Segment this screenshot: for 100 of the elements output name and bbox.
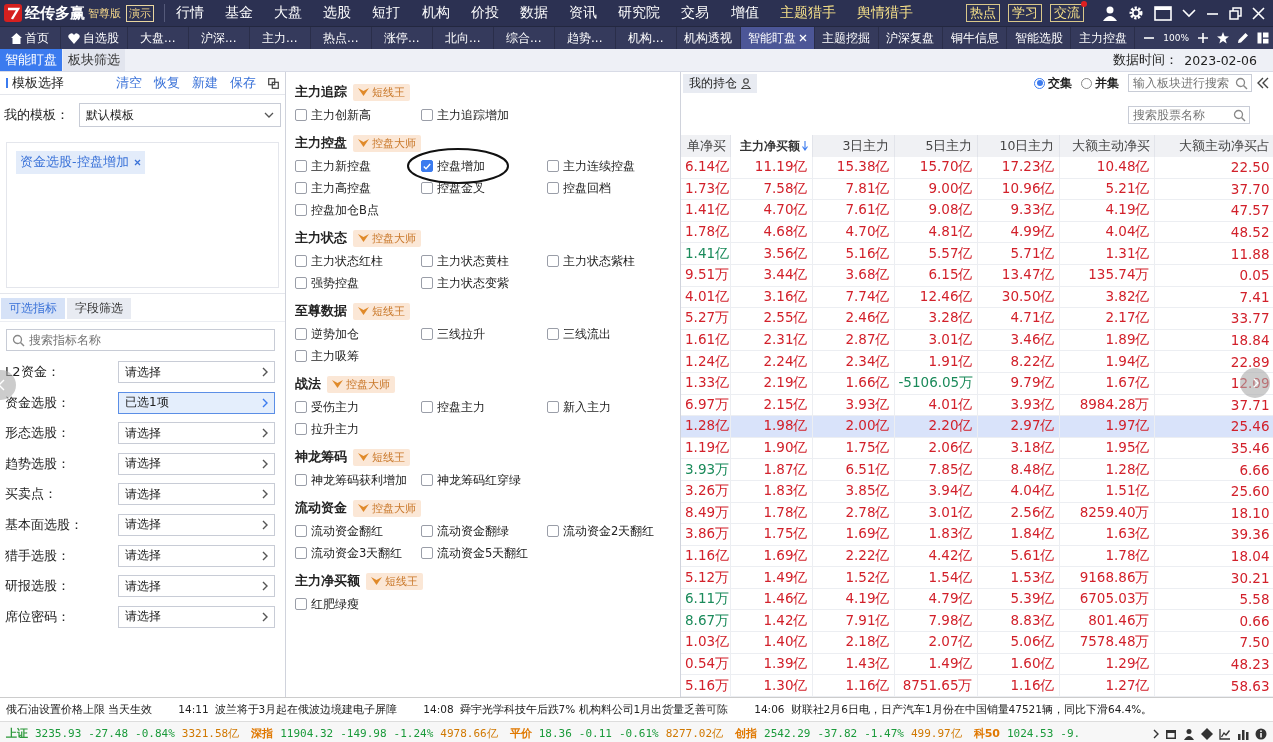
tab[interactable]: 智能盯盘 (740, 27, 815, 49)
bar-chart-icon[interactable] (1237, 727, 1249, 740)
checkbox[interactable] (295, 328, 307, 340)
positions-tab[interactable]: 我的持仓 (683, 73, 757, 93)
checkbox[interactable] (295, 109, 307, 121)
condition-tag[interactable]: 资金选股-控盘增加 (16, 151, 145, 174)
checkbox[interactable] (421, 474, 433, 486)
checkbox[interactable] (295, 547, 307, 559)
top-button[interactable]: 热点 (966, 4, 1000, 22)
line-chart-icon[interactable] (1219, 727, 1231, 740)
option-checkbox[interactable]: 流动资金5天翻红 (421, 542, 547, 564)
calendar-icon[interactable] (1165, 727, 1177, 740)
template-action-link[interactable]: 新建 (192, 74, 218, 92)
option-checkbox[interactable]: 逆势加仓 (295, 323, 421, 345)
news-headline[interactable]: 舜宇光学科技午后跌7% 机构料公司1月出货量乏善可陈 (459, 702, 729, 717)
option-checkbox[interactable]: 拉升主力 (295, 418, 421, 440)
restore-icon[interactable] (1229, 6, 1242, 20)
column-header[interactable]: 3日主力 (812, 135, 894, 157)
template-dropdown[interactable]: 默认模板 (79, 103, 281, 127)
option-checkbox[interactable]: 红肥绿瘦 (295, 593, 421, 615)
zoom-in-icon[interactable] (1197, 32, 1210, 44)
news-headline[interactable]: 财联社2月6日电，日产汽车1月份在中国销量47521辆，同比下滑64.4%。 (790, 702, 1153, 717)
menu-item[interactable]: 行情 (165, 4, 215, 22)
menu-item[interactable]: 大盘 (263, 4, 313, 22)
sector-search-field[interactable]: 输入板块进行搜索 (1128, 74, 1252, 92)
menu-item[interactable]: 研究院 (607, 4, 671, 22)
checkbox[interactable] (421, 401, 433, 413)
filter-select[interactable]: 请选择 (118, 605, 275, 628)
user-icon[interactable] (1102, 5, 1118, 21)
option-checkbox[interactable]: 三线拉升 (421, 323, 547, 345)
checkbox[interactable] (295, 401, 307, 413)
checkbox[interactable] (547, 328, 559, 340)
option-checkbox[interactable]: 神龙筹码获利增加 (295, 469, 421, 491)
option-checkbox[interactable]: 主力高控盘 (295, 177, 421, 199)
window-icon[interactable] (1154, 5, 1172, 21)
option-checkbox[interactable]: 三线流出 (547, 323, 673, 345)
indicator-search-field[interactable]: 搜索指标名称 (6, 329, 275, 351)
menu-item[interactable]: 基金 (214, 4, 264, 22)
checkbox[interactable] (421, 182, 433, 194)
filter-select[interactable]: 请选择 (118, 575, 275, 598)
layout-icon[interactable] (1257, 32, 1270, 44)
collapse-icon[interactable] (1257, 77, 1269, 89)
option-checkbox[interactable]: 新入主力 (547, 396, 673, 418)
news-headline[interactable]: 俄石油设置价格上限 当天生效 (6, 702, 153, 717)
option-checkbox[interactable]: 主力新控盘 (295, 155, 421, 177)
column-header[interactable]: 5日主力 (894, 135, 977, 157)
menu-item[interactable]: 交易 (670, 4, 721, 22)
option-checkbox[interactable]: 流动资金翻绿 (421, 520, 547, 542)
chevron-right-icon[interactable] (1151, 727, 1159, 740)
option-checkbox[interactable]: 主力连续控盘 (547, 155, 673, 177)
option-checkbox[interactable]: 主力状态红柱 (295, 250, 421, 272)
checkbox[interactable] (295, 525, 307, 537)
settings-icon[interactable] (1128, 5, 1144, 21)
checkbox[interactable] (421, 328, 433, 340)
checkbox[interactable] (547, 255, 559, 267)
chevron-down-icon[interactable] (1182, 8, 1196, 18)
option-checkbox[interactable]: 主力状态变紫 (421, 272, 547, 294)
option-checkbox[interactable]: 主力吸筹 (295, 345, 421, 367)
filter-select[interactable]: 请选择 (118, 513, 275, 536)
menu-item[interactable]: 资讯 (558, 4, 608, 22)
option-checkbox[interactable]: 控盘金叉 (421, 177, 547, 199)
menu-item[interactable]: 数据 (509, 4, 559, 22)
checkbox[interactable] (547, 401, 559, 413)
column-header[interactable]: 大额主动净买占 (1154, 135, 1273, 157)
menu-item[interactable]: 价投 (460, 4, 510, 22)
option-checkbox[interactable]: 控盘加仓B点 (295, 199, 421, 221)
top-button[interactable]: 交流 (1050, 4, 1084, 22)
option-checkbox[interactable]: 主力状态紫柱 (547, 250, 673, 272)
person-icon[interactable] (1183, 727, 1195, 740)
filter-select[interactable]: 请选择 (118, 544, 275, 567)
set-mode-radio[interactable]: 并集 (1081, 74, 1119, 92)
checkbox[interactable] (295, 350, 307, 362)
indicator-tab[interactable]: 字段筛选 (67, 298, 131, 319)
option-checkbox[interactable]: 控盘增加 (421, 155, 547, 177)
option-checkbox[interactable]: 受伤主力 (295, 396, 421, 418)
option-checkbox[interactable]: 控盘主力 (421, 396, 547, 418)
checkbox[interactable] (295, 277, 307, 289)
option-checkbox[interactable]: 控盘回档 (547, 177, 673, 199)
filter-select[interactable]: 请选择 (118, 483, 275, 506)
filter-select[interactable]: 请选择 (118, 422, 275, 445)
checkbox[interactable] (295, 204, 307, 216)
checkbox[interactable] (547, 525, 559, 537)
menu-item[interactable]: 短打 (361, 4, 411, 22)
option-checkbox[interactable]: 主力创新高 (295, 104, 421, 126)
option-checkbox[interactable]: 流动资金3天翻红 (295, 542, 421, 564)
checkbox[interactable] (295, 423, 307, 435)
star-icon[interactable] (1217, 32, 1230, 44)
checkbox[interactable] (295, 598, 307, 610)
template-action-link[interactable]: 清空 (116, 74, 142, 92)
copy-icon[interactable] (268, 77, 279, 89)
template-action-link[interactable]: 恢复 (154, 74, 180, 92)
checkbox[interactable] (421, 547, 433, 559)
news-headline[interactable]: 波兰将于3月起在俄波边境建电子屏障 (214, 702, 398, 717)
option-checkbox[interactable]: 主力追踪增加 (421, 104, 547, 126)
option-checkbox[interactable]: 主力状态黄柱 (421, 250, 547, 272)
checkbox[interactable] (547, 160, 559, 172)
radio-circle[interactable] (1034, 77, 1045, 89)
option-checkbox[interactable]: 流动资金2天翻红 (547, 520, 673, 542)
filter-select[interactable]: 请选择 (118, 361, 275, 383)
menu-item[interactable]: 舆情猎手 (846, 4, 924, 22)
